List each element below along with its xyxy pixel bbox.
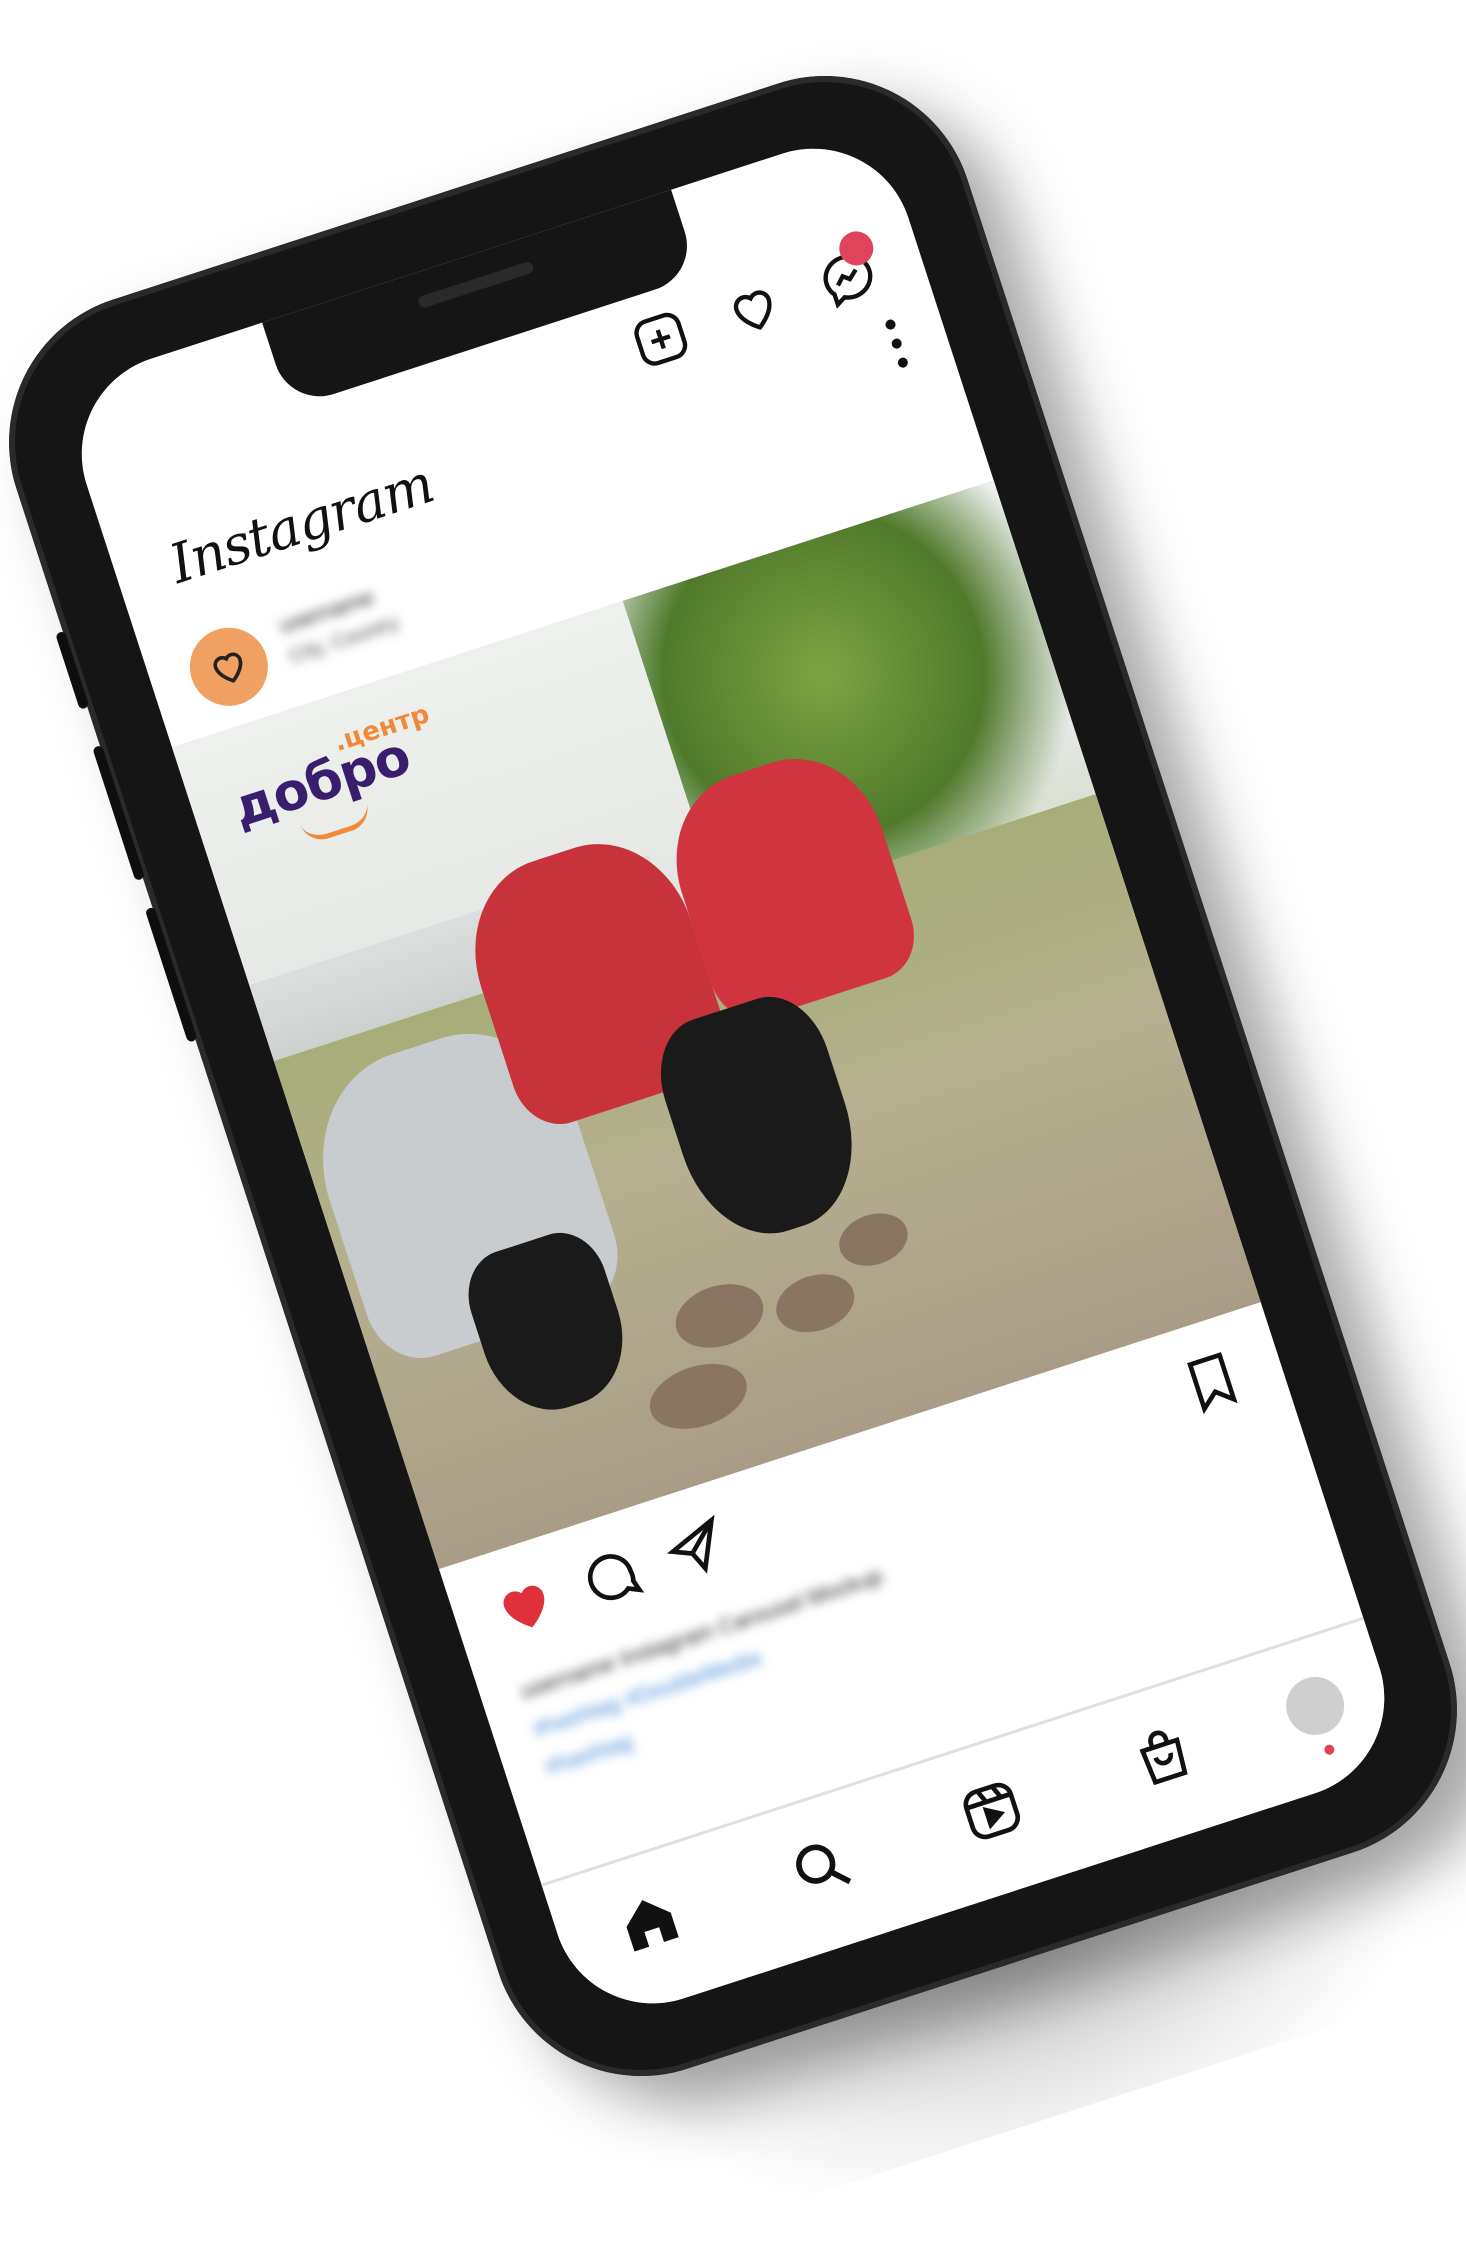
- phone-mockup: Instagram username City, Country .центр …: [0, 37, 1466, 2115]
- home-icon: [626, 1900, 679, 1952]
- like-button[interactable]: [486, 1566, 564, 1644]
- comment-icon: [587, 1554, 645, 1601]
- avatar[interactable]: [179, 617, 279, 716]
- share-button[interactable]: [657, 1510, 735, 1588]
- profile-avatar: [1278, 1669, 1352, 1743]
- plus-square-icon[interactable]: [624, 303, 697, 376]
- save-button[interactable]: [1173, 1343, 1251, 1421]
- comment-button[interactable]: [572, 1538, 650, 1616]
- bookmark-icon: [1187, 1352, 1238, 1415]
- nav-reels[interactable]: [953, 1772, 1031, 1850]
- shop-icon: [1139, 1730, 1188, 1786]
- heart-logo-icon: [213, 652, 243, 683]
- send-icon: [666, 1514, 715, 1574]
- heart-outline-icon[interactable]: [717, 272, 790, 345]
- reels-icon: [963, 1782, 1021, 1840]
- search-icon: [796, 1844, 852, 1885]
- profile-notification-dot: [1323, 1743, 1336, 1756]
- nav-search[interactable]: [782, 1828, 860, 1906]
- nav-profile[interactable]: [1276, 1667, 1354, 1756]
- brand-logo: .центр добро: [225, 699, 433, 846]
- nav-home[interactable]: [610, 1883, 688, 1961]
- speaker: [416, 260, 535, 309]
- nav-shop[interactable]: [1124, 1716, 1202, 1794]
- heart-filled-icon: [503, 1585, 545, 1628]
- messenger-icon[interactable]: [811, 226, 884, 315]
